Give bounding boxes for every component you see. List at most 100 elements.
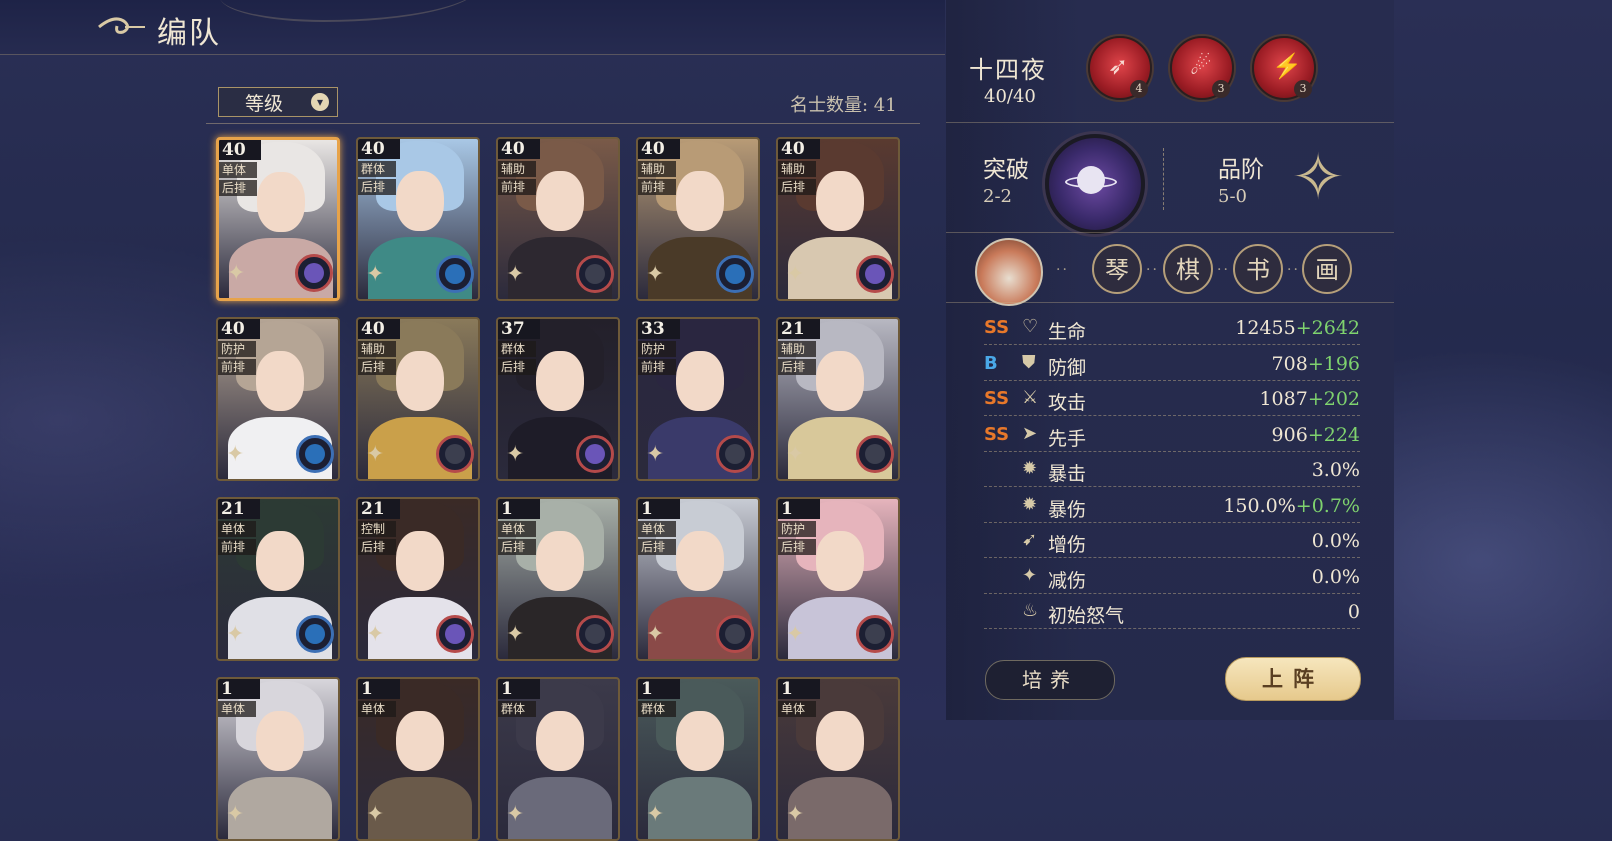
stat-name: 暴击 <box>1048 463 1087 485</box>
hero-card[interactable]: ✦ 40 辅助 后排 <box>356 317 480 481</box>
stat-value: 0.0% <box>1311 565 1360 588</box>
card-role-tag: 单体 <box>638 521 676 537</box>
breakthrough-value: 2-2 <box>983 186 1012 207</box>
hero-card[interactable]: ✦ 21 控制 后排 <box>356 497 480 661</box>
stat-bonus: +2642 <box>1295 317 1360 339</box>
art-shu[interactable]: 书 <box>1233 244 1283 294</box>
stat-icon: ⚔ <box>1022 387 1039 408</box>
sparkle-icon: ✦ <box>226 622 245 647</box>
card-level: 40 <box>218 319 260 339</box>
hero-card[interactable]: ✦ 40 防护 前排 <box>216 317 340 481</box>
sparkle-icon: ✦ <box>786 622 805 647</box>
stat-name: 增伤 <box>1048 534 1087 556</box>
card-role-tag: 防护 <box>778 521 816 537</box>
hero-card[interactable]: ✦ 1 群体 <box>636 677 760 841</box>
hero-card[interactable]: ✦ 37 群体 后排 <box>496 317 620 481</box>
stat-icon: ➹ <box>1022 529 1038 550</box>
card-role-tag: 单体 <box>778 701 816 717</box>
portrait-face <box>676 171 724 231</box>
card-level: 1 <box>498 679 540 699</box>
hero-card[interactable]: ✦ 1 单体 <box>776 677 900 841</box>
deploy-button[interactable]: 上阵 <box>1225 657 1361 701</box>
hero-card[interactable]: ✦ 21 辅助 后排 <box>776 317 900 481</box>
card-level: 1 <box>778 499 820 519</box>
portrait-face <box>676 351 724 411</box>
card-row-tag: 后排 <box>498 359 536 375</box>
portrait-face <box>396 171 444 231</box>
hero-card[interactable]: ✦ 40 辅助 前排 <box>636 137 760 301</box>
sparkle-icon: ✦ <box>506 622 525 647</box>
element-ring-icon <box>856 255 894 293</box>
hero-card[interactable]: ✦ 1 防护后排 <box>776 497 900 661</box>
back-swirl-icon[interactable] <box>95 12 147 42</box>
swirl-skill-icon[interactable]: ☄ 3 <box>1170 36 1234 100</box>
card-level: 1 <box>638 499 680 519</box>
sparkle-icon: ✦ <box>366 262 385 287</box>
skill-count: 3 <box>1294 80 1312 98</box>
stat-value: 12455+2642 <box>1235 317 1360 339</box>
card-level: 40 <box>219 140 261 160</box>
card-row-tag: 后排 <box>358 539 396 555</box>
card-level: 1 <box>638 679 680 699</box>
hero-card[interactable]: ✦ 21 单体 前排 <box>216 497 340 661</box>
stat-grade: SS <box>984 423 1010 445</box>
breakthrough-orb-icon[interactable] <box>1045 134 1145 234</box>
card-role-tag: 群体 <box>358 161 396 177</box>
rank-label: 品阶 <box>1218 157 1264 183</box>
art-qi[interactable]: 棋 <box>1163 244 1213 294</box>
card-row-tag: 后排 <box>778 359 816 375</box>
stat-grade: SS <box>984 317 1010 338</box>
stat-value: 1087+202 <box>1259 388 1360 410</box>
portrait-face <box>536 351 584 411</box>
card-level: 1 <box>778 679 820 699</box>
hero-card[interactable]: ✦ 40 群体 后排 <box>356 137 480 301</box>
hero-card[interactable]: ✦ 40 辅助 前排 <box>496 137 620 301</box>
sort-dropdown[interactable]: 等级 ▾ <box>218 87 338 117</box>
art-qin[interactable]: 琴 <box>1092 244 1142 294</box>
divider <box>1163 148 1165 210</box>
stat-row: SS ➤ 先手 906+224 <box>984 417 1360 452</box>
portrait-face <box>396 531 444 591</box>
hero-card[interactable]: ✦ 40 辅助 后排 <box>776 137 900 301</box>
card-role-tag: 辅助 <box>358 341 396 357</box>
hero-card[interactable]: ✦ 1 群体 <box>496 677 620 841</box>
pet-avatar[interactable] <box>975 238 1043 306</box>
stat-icon: ➤ <box>1022 422 1038 444</box>
card-row-tag: 后排 <box>219 180 257 196</box>
card-row-tag: 后排 <box>778 179 816 195</box>
dots-decoration: ·· <box>1287 262 1300 278</box>
arrow-skill-icon[interactable]: ➶ 4 <box>1088 36 1152 100</box>
sparkle-icon: ✦ <box>226 442 245 467</box>
train-button[interactable]: 培养 <box>985 660 1115 700</box>
divider <box>946 122 1394 123</box>
hero-card[interactable]: ✦ 1 单体 后排 <box>636 497 760 661</box>
hero-card[interactable]: ✦ 1 单体 <box>356 677 480 841</box>
portrait-face <box>676 711 724 771</box>
deer-emblem-icon[interactable]: ✧ <box>1282 128 1354 228</box>
card-level: 40 <box>778 139 820 159</box>
portrait-face <box>256 531 304 591</box>
element-ring-icon <box>576 435 614 473</box>
sparkle-icon: ✦ <box>366 622 385 647</box>
art-hua[interactable]: 画 <box>1302 244 1352 294</box>
breakthrough-label: 突破 <box>983 157 1029 183</box>
card-row-tag: 后排 <box>358 179 396 195</box>
element-ring-icon <box>296 435 334 473</box>
slash-skill-icon[interactable]: ⚡ 3 <box>1252 36 1316 100</box>
card-row-tag: 后排 <box>778 539 816 555</box>
skill-count: 4 <box>1130 80 1148 98</box>
hero-card[interactable]: ✦ 1 单体 <box>216 677 340 841</box>
sparkle-icon: ✦ <box>646 802 665 827</box>
card-level: 37 <box>498 319 540 339</box>
stat-row: B ⛊ 防御 708+196 <box>984 346 1360 381</box>
card-role-tag: 单体 <box>218 701 256 717</box>
card-role-tag: 辅助 <box>638 161 676 177</box>
card-role-tag: 辅助 <box>778 341 816 357</box>
hero-card[interactable]: ✦ 1 单体 后排 <box>496 497 620 661</box>
hero-card[interactable]: ✦ 40 单体 后排 <box>216 137 340 301</box>
card-row-tag: 前排 <box>638 359 676 375</box>
sort-label: 等级 <box>245 92 284 115</box>
hero-card[interactable]: ✦ 33 防护 前排 <box>636 317 760 481</box>
stat-row: SS ⚔ 攻击 1087+202 <box>984 381 1360 416</box>
divider <box>946 232 1394 233</box>
